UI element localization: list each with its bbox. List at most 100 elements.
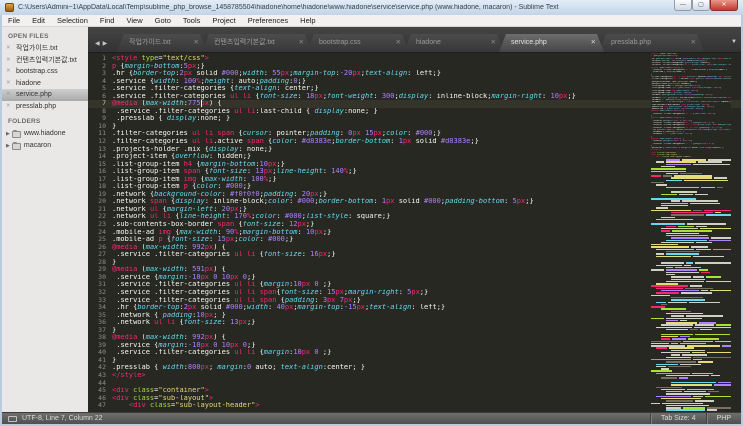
code-line[interactable]: 17 .list-group-item img {max-width: 100%;… <box>88 175 741 184</box>
tab-_.txt[interactable]: 작업가이드.txt ✕ <box>117 34 207 52</box>
close-file-icon[interactable]: ✕ <box>6 101 11 113</box>
tab-close-icon[interactable]: ✕ <box>396 34 401 52</box>
code-line[interactable]: 41} <box>88 356 741 365</box>
code-line[interactable]: 39 .service {margin:-10px 0 10px 0;} <box>88 341 741 350</box>
code-line[interactable]: 3 .hr {border-top:2px solid #000;width: 5… <box>88 70 741 78</box>
code-line[interactable]: 19 .network {background-color: #f0f0f0;pa… <box>88 190 741 199</box>
folder-item[interactable]: ▶ macaron <box>2 140 88 152</box>
code-line[interactable]: 5 .service .filter-categories {text-align… <box>88 85 741 93</box>
code-line[interactable]: 44 <box>88 379 741 388</box>
tab-close-icon[interactable]: ✕ <box>691 34 696 52</box>
code-line[interactable]: 43 </style> <box>88 371 741 380</box>
code-line[interactable]: 34 .hr {border-top:2px solid #000;width:… <box>88 303 741 312</box>
code-line[interactable]: 40 .service .filter-categories ul li {ma… <box>88 349 741 357</box>
code-line[interactable]: 4 .service {width: 100%;height: auto;padd… <box>88 77 741 86</box>
code-line[interactable]: 25 .mobile-ad p {font-size: 15px;color: #… <box>88 236 741 244</box>
code-text: .network ul {margin-left: 20px;} <box>112 205 247 213</box>
code-line[interactable]: 36 .network ul li {font-size: 13px;} <box>88 319 741 327</box>
menu-item-find[interactable]: Find <box>94 15 121 27</box>
minimize-button[interactable]: — <box>674 0 692 11</box>
menu-item-goto[interactable]: Goto <box>149 15 177 27</box>
tab-close-icon[interactable]: ✕ <box>491 34 496 52</box>
code-line[interactable]: 15 .list-group-item h4 {margin-bottom:10p… <box>88 160 741 169</box>
code-line[interactable]: 10} <box>88 122 741 131</box>
code-line[interactable]: 31 .service .filter-categories ul li {ma… <box>88 281 741 289</box>
tab-bootstrap.css[interactable]: bootstrap.css ✕ <box>307 34 409 52</box>
open-file-item[interactable]: ✕ hiadone <box>2 78 88 90</box>
code-line[interactable]: 26 @media (max-width: 992px) { <box>88 243 741 252</box>
code-line[interactable]: 9 .presslab { display:none; } <box>88 115 741 123</box>
tab-size-indicator[interactable]: Tab Size: 4 <box>649 413 706 424</box>
open-file-item[interactable]: ✕ service.php <box>2 89 88 101</box>
code-line[interactable]: 2 p {margin-bottom:5px;} <box>88 62 741 71</box>
code-line[interactable]: 29 @media (max-width: 591px) { <box>88 266 741 274</box>
menu-item-preferences[interactable]: Preferences <box>242 15 294 27</box>
code-line[interactable]: 12 .filter-categories ul li.active span {… <box>88 137 741 146</box>
maximize-button[interactable]: ▢ <box>692 0 710 11</box>
code-text: .service .filter-categories ul li {font-… <box>112 251 336 259</box>
code-line[interactable]: 6 .service .filter-categories ul li {font… <box>88 92 741 101</box>
close-file-icon[interactable]: ✕ <box>6 78 11 90</box>
open-file-item[interactable]: ✕ presslab.php <box>2 101 88 113</box>
code-line[interactable]: 27 .service .filter-categories ul li {fo… <box>88 251 741 259</box>
tab-scroll-left-icon[interactable]: ◀ <box>95 41 103 47</box>
expand-arrow-icon[interactable]: ▶ <box>6 140 10 152</box>
code-line[interactable]: 16 .list-group-item span {font-size: 13px… <box>88 168 741 176</box>
code-line[interactable]: 38 @media (max-width: 992px) { <box>88 334 741 342</box>
menu-item-edit[interactable]: Edit <box>26 15 51 27</box>
folder-item[interactable]: ▶ www.hiadone <box>2 128 88 140</box>
tab-presslab.php[interactable]: presslab.php ✕ <box>599 34 704 52</box>
open-file-item[interactable]: ✕ 작업가이드.txt <box>2 43 88 55</box>
code-line[interactable]: 30 .service {margin:-10px 0 10px 0;} <box>88 273 741 282</box>
menu-item-project[interactable]: Project <box>206 15 241 27</box>
code-line[interactable]: 33 .service .filter-categories ul li spa… <box>88 296 741 305</box>
code-line[interactable]: 24 .mobile-ad img {max-width: 90%;margin-… <box>88 228 741 237</box>
code-line[interactable]: 35 .network { padding:10px; } <box>88 311 741 320</box>
code-line[interactable]: 21 .network ul {margin-left: 20px;} <box>88 205 741 214</box>
tab-close-icon[interactable]: ✕ <box>194 34 199 52</box>
close-file-icon[interactable]: ✕ <box>6 89 11 101</box>
code-line[interactable]: 32 .service .filter-categories ul li spa… <box>88 288 741 297</box>
code-line[interactable]: 14 .project-item {overflow: hidden;} <box>88 153 741 161</box>
open-file-item[interactable]: ✕ bootstrap.css <box>2 66 88 78</box>
close-file-icon[interactable]: ✕ <box>6 66 11 78</box>
close-file-icon[interactable]: ✕ <box>6 55 11 67</box>
menu-item-help[interactable]: Help <box>294 15 321 27</box>
tab-overflow-icon[interactable]: ▼ <box>731 39 737 45</box>
syntax-indicator[interactable]: PHP <box>705 413 741 424</box>
tab-close-icon[interactable]: ✕ <box>299 34 304 52</box>
code-line[interactable]: 13 .projects-holder .mix {display: none;} <box>88 145 741 154</box>
code-line[interactable]: 11 .filter-categories ul li span {cursor:… <box>88 130 741 138</box>
minimap[interactable]: <style type="text/css"> p {margin-bottom:… <box>651 53 731 412</box>
code-line[interactable]: 22 .network ul li {line-height: 170%;colo… <box>88 213 741 221</box>
menu-item-tools[interactable]: Tools <box>177 15 207 27</box>
code-line[interactable]: 47 <div class="sub-layout-header"> <box>88 402 741 410</box>
expand-arrow-icon[interactable]: ▶ <box>6 128 10 140</box>
code-line[interactable]: 28} <box>88 258 741 267</box>
code-line[interactable]: 18 .list-group-item p {color: #000;} <box>88 183 741 191</box>
code-line[interactable]: 37} <box>88 326 741 335</box>
tab-hiadone[interactable]: hiadone ✕ <box>404 34 504 52</box>
code-line[interactable]: 7 @media (max-width:775px) { <box>88 100 741 108</box>
code-view[interactable]: 1 <style type="text/css"> 2 p {margin-botto… <box>88 53 741 412</box>
code-line[interactable]: 20 .network span {display: inline-block;c… <box>88 198 741 206</box>
tab-_.txt[interactable]: 컨텐츠입력기본값.txt ✕ <box>202 34 312 52</box>
code-line[interactable]: 1 <style type="text/css"> <box>88 54 741 63</box>
close-file-icon[interactable]: ✕ <box>6 43 11 55</box>
title-bar[interactable]: C:\Users\Admini~1\AppData\Local\Temp\sub… <box>0 0 743 15</box>
close-button[interactable]: ✕ <box>710 0 738 11</box>
menu-item-selection[interactable]: Selection <box>51 15 94 27</box>
menu-item-view[interactable]: View <box>120 15 148 27</box>
tab-close-icon[interactable]: ✕ <box>591 34 596 52</box>
code-line[interactable]: 42 .presslab { width:800px; margin:0 auto… <box>88 364 741 372</box>
code-line[interactable]: 23 .sub-contents-box-border span {font-si… <box>88 220 741 229</box>
code-text: <div class="sub-layout-header"> <box>128 402 260 410</box>
tab-scroll-right-icon[interactable]: ▶ <box>103 41 111 47</box>
tab-service.php[interactable]: service.php ✕ <box>499 34 604 52</box>
status-icon <box>8 415 17 422</box>
code-line[interactable]: 46 <div class="sub-layout"> <box>88 394 741 403</box>
code-line[interactable]: 8 .service .filter-categories ul li:last… <box>88 107 741 116</box>
menu-item-file[interactable]: File <box>2 15 26 27</box>
open-file-item[interactable]: ✕ 컨텐츠입력기본값.txt <box>2 55 88 67</box>
code-line[interactable]: 45 <div class="container"> <box>88 387 741 395</box>
